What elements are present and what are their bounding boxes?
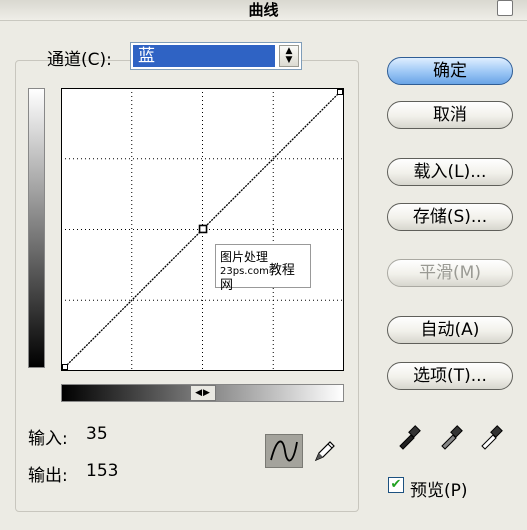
- curve-control-point[interactable]: [198, 224, 208, 234]
- curve-control-point[interactable]: [62, 364, 68, 370]
- pencil-icon[interactable]: [310, 436, 338, 466]
- smooth-button[interactable]: 平滑(M): [387, 259, 513, 287]
- select-arrows-icon[interactable]: ▲ ▼: [279, 45, 299, 67]
- black-eyedropper-icon[interactable]: [396, 422, 424, 450]
- watermark-line1: 图片处理: [220, 250, 269, 264]
- preview-label: 预览(P): [410, 481, 468, 501]
- channel-selected-value: 蓝: [133, 45, 275, 67]
- output-gradient-bar: [28, 88, 45, 368]
- output-label: 输出:: [28, 466, 68, 486]
- gray-eyedropper-icon[interactable]: [438, 422, 466, 450]
- input-label: 输入:: [28, 429, 68, 449]
- window-title: 曲线: [248, 1, 279, 19]
- options-button[interactable]: 选项(T)...: [387, 362, 513, 390]
- load-button[interactable]: 载入(L)...: [387, 158, 513, 186]
- output-value: 153: [86, 461, 119, 481]
- ok-button[interactable]: 确定: [387, 57, 513, 85]
- resize-corner-icon[interactable]: [497, 0, 513, 16]
- watermark-box: 图片处理 23ps.com教程网: [215, 244, 311, 293]
- curve-graph[interactable]: [61, 88, 344, 371]
- channel-label: 通道(C):: [47, 50, 112, 70]
- watermark-line2: 23ps.com教程网: [220, 263, 295, 293]
- curve-tool-icon[interactable]: [265, 434, 303, 468]
- white-eyedropper-icon[interactable]: [478, 422, 506, 450]
- save-button[interactable]: 存储(S)...: [387, 203, 513, 231]
- curve-svg[interactable]: [61, 88, 344, 371]
- channel-select[interactable]: 蓝 ▲ ▼: [130, 42, 302, 70]
- preview-checkbox[interactable]: ✔: [388, 477, 404, 493]
- curve-control-point[interactable]: [337, 89, 343, 95]
- gradient-toggle-icon[interactable]: ◀▶: [190, 385, 216, 401]
- cancel-button[interactable]: 取消: [387, 101, 513, 129]
- auto-button[interactable]: 自动(A): [387, 316, 513, 344]
- input-value: 35: [86, 424, 108, 444]
- title-bar: 曲线: [0, 0, 527, 21]
